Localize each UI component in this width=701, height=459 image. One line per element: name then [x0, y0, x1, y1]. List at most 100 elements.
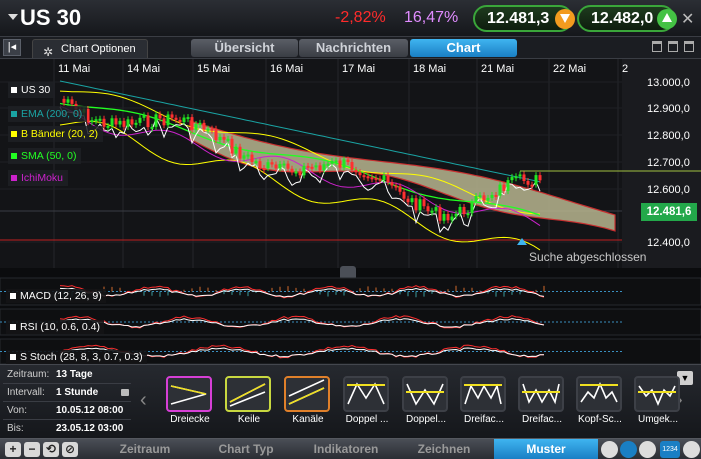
symbol-dropdown-icon[interactable] — [8, 14, 18, 20]
pattern-shape — [288, 379, 325, 405]
legend-item[interactable]: SMA (50, 0) — [8, 148, 82, 164]
refresh-icon[interactable]: ⟲ — [43, 442, 59, 457]
sell-arrow-icon — [555, 9, 575, 29]
pattern-item[interactable]: Kopf-Sc... — [573, 368, 627, 428]
candle-body — [358, 172, 362, 176]
pencil-icon[interactable] — [601, 441, 618, 458]
footer-tab-period[interactable]: Zeitraum — [100, 439, 190, 459]
window-maximize-icon[interactable] — [684, 41, 694, 52]
candle-body — [418, 199, 422, 211]
candle-body — [322, 164, 326, 171]
lock-icon[interactable] — [121, 389, 129, 396]
clear-icon[interactable]: ⊘ — [62, 442, 78, 457]
candle-body — [302, 165, 306, 176]
pattern-item[interactable]: Dreifac... — [515, 368, 569, 428]
candle-body — [446, 213, 450, 221]
pattern-item[interactable]: Dreiecke — [163, 368, 217, 428]
candle-body — [386, 175, 390, 183]
candle-body — [526, 181, 530, 185]
header-bar: US 30 -2,82% 16,47% 12.481,3 12.482,0 ✕ — [0, 0, 701, 37]
help-icon[interactable] — [683, 441, 700, 458]
pattern-shape — [580, 381, 618, 403]
magnet-icon[interactable] — [639, 441, 656, 458]
candle-body — [410, 198, 414, 203]
legend-item[interactable]: IchiMoku — [8, 170, 69, 186]
stoch-label[interactable]: S Stoch (28, 8, 3, 0.7, 0.3) — [6, 350, 147, 364]
candle-body — [434, 207, 438, 211]
buy-price-value: 12.482,0 — [591, 10, 654, 27]
info-from[interactable]: Von: 10.05.12 08:00 — [3, 402, 131, 419]
candle-body — [290, 168, 294, 173]
tab-news[interactable]: Nachrichten — [299, 39, 408, 57]
legend-item[interactable]: EMA (200, 0) — [8, 106, 88, 122]
footer-tab-patterns[interactable]: Muster — [494, 439, 598, 459]
footer-tab-chart-type[interactable]: Chart Typ — [198, 439, 294, 459]
macd-label[interactable]: MACD (12, 26, 9) — [6, 289, 106, 303]
pattern-item[interactable]: Keile — [222, 368, 276, 428]
symbol-title[interactable]: US 30 — [20, 5, 81, 31]
tab-overview[interactable]: Übersicht — [191, 39, 298, 57]
candle-body — [226, 138, 230, 141]
patterns-prev-icon[interactable]: ‹ — [140, 389, 147, 412]
pattern-item[interactable]: Doppel... — [399, 368, 453, 428]
candle-body — [398, 186, 402, 192]
window-single-icon[interactable] — [652, 41, 662, 52]
candle-body — [478, 195, 482, 198]
candle-body — [510, 176, 514, 181]
candle-body — [310, 166, 314, 169]
pattern-label: Dreiecke — [170, 414, 210, 425]
info-period: Zeitraum: 13 Tage — [3, 366, 131, 383]
buy-price-button[interactable]: 12.482,0 — [577, 5, 677, 32]
chart-options-button[interactable]: ✲ Chart Optionen — [32, 39, 148, 59]
date-tick-label: 15 Mai — [197, 63, 230, 75]
price-tick-label: 12.600,0 — [647, 184, 690, 196]
footer-tab-draw[interactable]: Zeichnen — [396, 439, 492, 459]
footer-tab-indicators[interactable]: Indikatoren — [298, 439, 394, 459]
stoch-label-text: S Stoch (28, 8, 3, 0.7, 0.3) — [20, 351, 143, 363]
pattern-item[interactable]: Dreifac... — [457, 368, 511, 428]
pattern-icon — [288, 379, 325, 405]
sell-price-button[interactable]: 12.481,3 — [473, 5, 575, 32]
window-controls — [652, 41, 698, 55]
candle-body — [194, 123, 198, 130]
pattern-item[interactable]: Umgek... — [631, 368, 685, 428]
candle-body — [206, 128, 210, 131]
info-period-key: Zeitraum: — [7, 369, 50, 380]
legend-label: US 30 — [21, 84, 51, 96]
collapse-panel-button[interactable]: |◂ — [3, 39, 21, 56]
legend-item[interactable]: US 30 — [8, 82, 56, 98]
candle-body — [430, 210, 434, 213]
change-percent: -2,82% — [335, 9, 386, 26]
counter-badge[interactable]: 1234 — [660, 441, 680, 458]
candle-body — [222, 136, 226, 140]
candle-body — [422, 199, 426, 207]
candle-body — [238, 146, 242, 159]
pattern-item[interactable]: Doppel ... — [340, 368, 394, 428]
info-interval[interactable]: Intervall: 1 Stunde — [3, 384, 131, 401]
candle-body — [134, 122, 138, 125]
close-icon[interactable]: ✕ — [681, 9, 694, 29]
window-split-icon[interactable] — [668, 41, 678, 52]
pattern-icon — [170, 385, 207, 405]
candle-body — [282, 163, 286, 166]
pattern-icon — [522, 383, 560, 405]
tab-chart[interactable]: Chart — [410, 39, 517, 57]
rsi-label[interactable]: RSI (10, 0.6, 0.4) — [6, 320, 104, 334]
candle-body — [530, 184, 534, 187]
candle-body — [362, 175, 366, 178]
zoom-out-button[interactable]: − — [24, 442, 40, 457]
candle-body — [354, 169, 358, 173]
legend-item[interactable]: B Bänder (20, 2) — [8, 126, 104, 142]
sort-icon[interactable] — [620, 441, 637, 458]
zoom-in-button[interactable]: + — [5, 442, 21, 457]
pattern-item[interactable]: Kanäle — [281, 368, 335, 428]
tab-bar: |◂ ✲ Chart Optionen Übersicht Nachrichte… — [0, 37, 701, 59]
candle-body — [198, 122, 202, 125]
pattern-icon — [464, 383, 502, 405]
price-chart[interactable]: 11 Mai 14 Mai 15 Mai 16 Mai 17 Mai 18 Mai 21 M… — [0, 59, 701, 364]
pattern-shape — [638, 385, 676, 407]
pattern-trendline — [170, 385, 207, 395]
macd-label-text: MACD (12, 26, 9) — [20, 290, 102, 302]
candle-body — [306, 165, 310, 168]
info-to[interactable]: Bis: 23.05.12 03:00 — [3, 420, 131, 437]
